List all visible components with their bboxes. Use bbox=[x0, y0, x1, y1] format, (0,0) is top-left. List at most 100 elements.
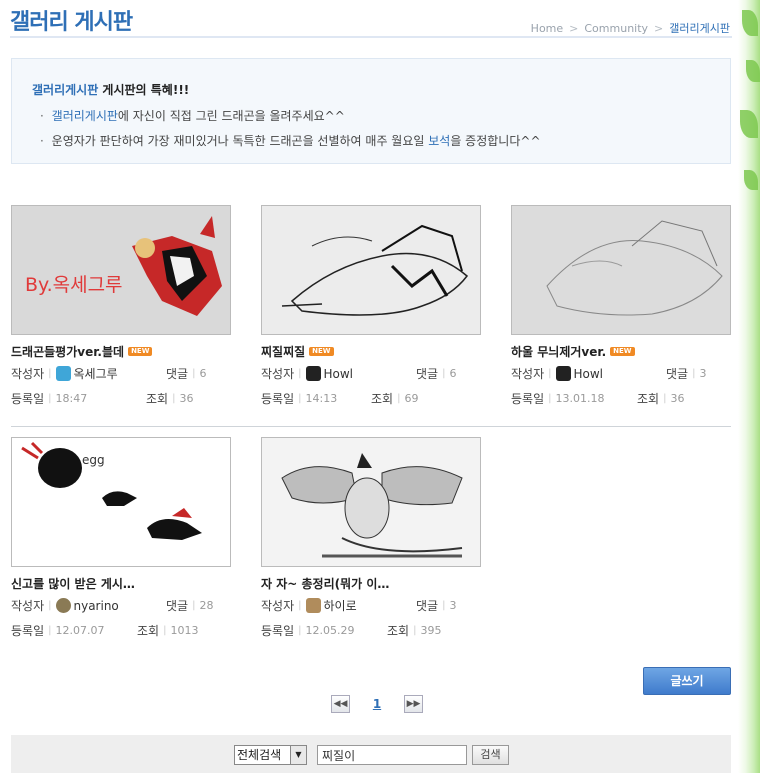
author-label: 작성자 bbox=[11, 599, 45, 613]
thumbnail-drawing bbox=[281, 224, 469, 316]
author-name[interactable]: Howl bbox=[305, 366, 354, 381]
avatar bbox=[55, 366, 71, 381]
views-count: 395 bbox=[420, 624, 442, 637]
write-post-button[interactable]: 글쓰기 bbox=[643, 667, 731, 695]
post-title[interactable]: 자 자~ 총정리(뭐가 이… bbox=[261, 575, 483, 591]
author-text[interactable]: nyarino bbox=[74, 599, 119, 613]
post-title[interactable]: 신고를 많이 받은 게시… bbox=[11, 575, 233, 591]
author-label: 작성자 bbox=[261, 599, 295, 613]
breadcrumb: Home > Community > 갤러리게시판 bbox=[531, 20, 730, 36]
author-name[interactable]: nyarino bbox=[55, 598, 119, 613]
post-meta: 작성자 | 옥세그루 댓글 | 6 등록일 | 18:47 조회 | 36 bbox=[11, 365, 207, 406]
thumbnail-drawing bbox=[21, 441, 202, 540]
notice-line-1: 갤러리게시판에 자신이 직접 그린 드래곤을 올려주세요^^ bbox=[40, 107, 345, 124]
views-count: 36 bbox=[670, 392, 685, 405]
comments-label: 댓글 bbox=[166, 599, 189, 613]
search-scope-select[interactable]: 전체검색 ▼ bbox=[234, 745, 307, 765]
avatar bbox=[555, 366, 571, 381]
comments-count: 3 bbox=[449, 599, 457, 612]
post-title[interactable]: 찌질찌질 NEW bbox=[261, 343, 483, 359]
comments-label: 댓글 bbox=[416, 599, 439, 613]
breadcrumb-community[interactable]: Community bbox=[584, 22, 648, 35]
post-meta: 작성자 | nyarino 댓글 | 28 등록일 | 12.07.07 조회 | 1013 bbox=[11, 598, 214, 638]
post-title[interactable]: 하울 무늬제거ver. NEW bbox=[511, 343, 733, 359]
thumbnail-note: egg bbox=[82, 453, 105, 467]
row-divider bbox=[11, 426, 731, 427]
breadcrumb-home[interactable]: Home bbox=[531, 22, 563, 35]
post-title-text[interactable]: 자 자~ 총정리(뭐가 이… bbox=[261, 575, 389, 592]
prev-page-button[interactable]: ◀◀ bbox=[331, 695, 350, 713]
views-label: 조회 bbox=[146, 392, 169, 406]
page-title: 갤러리 게시판 bbox=[10, 10, 133, 35]
date-label: 등록일 bbox=[11, 392, 45, 406]
thumbnail-drawing bbox=[546, 220, 723, 316]
comments-label: 댓글 bbox=[416, 367, 439, 381]
double-right-arrow-icon: ▶▶ bbox=[406, 699, 421, 709]
views-label: 조회 bbox=[637, 392, 660, 406]
author-name[interactable]: 하이로 bbox=[305, 597, 357, 614]
gallery-card: By.옥세그루 드래곤들평가ver.블데 NEW 작성자 | 옥세그루 댓글 | 6 … bbox=[11, 205, 233, 411]
notice-line-1-text: 에 자신이 직접 그린 드래곤을 올려주세요^^ bbox=[117, 109, 345, 123]
comments-label: 댓글 bbox=[166, 367, 189, 381]
thumbnail-watermark: By.옥세그루 bbox=[25, 274, 123, 296]
post-meta: 작성자 | 하이로 댓글 | 3 등록일 | 12.05.29 조회 | 395 bbox=[261, 597, 457, 638]
notice-box: 갤러리게시판 게시판의 특혜!!! 갤러리게시판에 자신이 직접 그린 드래곤을… bbox=[11, 58, 731, 164]
post-title-text[interactable]: 하울 무늬제거ver. bbox=[511, 343, 606, 360]
post-title-text[interactable]: 신고를 많이 받은 게시… bbox=[11, 575, 135, 592]
comments-count: 6 bbox=[199, 367, 207, 380]
page-number-current[interactable]: 1 bbox=[350, 697, 404, 711]
search-input[interactable] bbox=[317, 745, 467, 765]
author-label: 작성자 bbox=[261, 367, 295, 381]
post-date: 12.07.07 bbox=[55, 624, 105, 637]
views-count: 69 bbox=[404, 392, 419, 405]
views-count: 1013 bbox=[170, 624, 199, 637]
pagination: ◀◀ 1 ▶▶ bbox=[331, 695, 423, 713]
chevron-down-icon[interactable]: ▼ bbox=[290, 746, 306, 764]
post-date: 14:13 bbox=[305, 392, 338, 405]
post-date: 18:47 bbox=[55, 392, 88, 405]
post-title-text[interactable]: 드래곤들평가ver.블데 bbox=[11, 343, 124, 360]
post-meta: 작성자 | Howl 댓글 | 3 등록일 | 13.01.18 조회 | 36 bbox=[511, 366, 707, 406]
author-name[interactable]: 옥세그루 bbox=[55, 365, 118, 382]
notice-line-1-highlight: 갤러리게시판 bbox=[51, 109, 118, 123]
post-date: 13.01.18 bbox=[555, 392, 605, 405]
author-text[interactable]: 하이로 bbox=[324, 597, 357, 614]
title-divider bbox=[10, 36, 732, 38]
gallery-card: 하울 무늬제거ver. NEW 작성자 | Howl 댓글 | 3 등록일 | 13.01… bbox=[511, 205, 733, 411]
gallery-card: 자 자~ 총정리(뭐가 이… 작성자 | 하이로 댓글 | 3 등록일 | 12.05.2… bbox=[261, 437, 483, 643]
breadcrumb-current[interactable]: 갤러리게시판 bbox=[669, 20, 730, 36]
author-text[interactable]: 옥세그루 bbox=[74, 365, 118, 382]
post-meta: 작성자 | Howl 댓글 | 6 등록일 | 14:13 조회 | 69 bbox=[261, 366, 457, 406]
author-text[interactable]: Howl bbox=[324, 367, 354, 381]
avatar bbox=[305, 366, 321, 381]
post-thumbnail[interactable] bbox=[261, 205, 481, 335]
views-label: 조회 bbox=[137, 624, 160, 638]
notice-line-2: 운영자가 판단하여 가장 재미있거나 독특한 드래곤을 선별하여 매주 월요일 … bbox=[40, 132, 541, 149]
date-label: 등록일 bbox=[261, 624, 295, 638]
post-thumbnail[interactable]: egg bbox=[11, 437, 231, 567]
comments-label: 댓글 bbox=[666, 367, 689, 381]
author-text[interactable]: Howl bbox=[574, 367, 604, 381]
next-page-button[interactable]: ▶▶ bbox=[404, 695, 423, 713]
decorative-leaf-border bbox=[738, 0, 760, 773]
new-badge: NEW bbox=[610, 346, 635, 356]
comments-count: 6 bbox=[449, 367, 457, 380]
post-title[interactable]: 드래곤들평가ver.블데 NEW bbox=[11, 343, 233, 359]
post-thumbnail[interactable] bbox=[261, 437, 481, 567]
gallery-card: 찌질찌질 NEW 작성자 | Howl 댓글 | 6 등록일 | 14:13 조회 | 69 bbox=[261, 205, 483, 411]
gallery-card: egg 신고를 많이 받은 게시… 작성자 | nyarino 댓글 | 28 등록일… bbox=[11, 437, 233, 643]
search-scope-value: 전체검색 bbox=[237, 748, 282, 762]
author-label: 작성자 bbox=[11, 367, 45, 381]
comments-count: 28 bbox=[199, 599, 214, 612]
post-thumbnail[interactable] bbox=[511, 205, 731, 335]
search-bar: 전체검색 ▼ 검색 bbox=[11, 735, 731, 773]
date-label: 등록일 bbox=[511, 392, 545, 406]
post-thumbnail[interactable]: By.옥세그루 bbox=[11, 205, 231, 335]
author-label: 작성자 bbox=[511, 367, 545, 381]
author-name[interactable]: Howl bbox=[555, 366, 604, 381]
post-title-text[interactable]: 찌질찌질 bbox=[261, 343, 305, 360]
views-label: 조회 bbox=[371, 392, 394, 406]
search-button[interactable]: 검색 bbox=[472, 745, 509, 765]
notice-title: 갤러리게시판 게시판의 특혜!!! bbox=[32, 81, 189, 98]
views-count: 36 bbox=[179, 392, 194, 405]
